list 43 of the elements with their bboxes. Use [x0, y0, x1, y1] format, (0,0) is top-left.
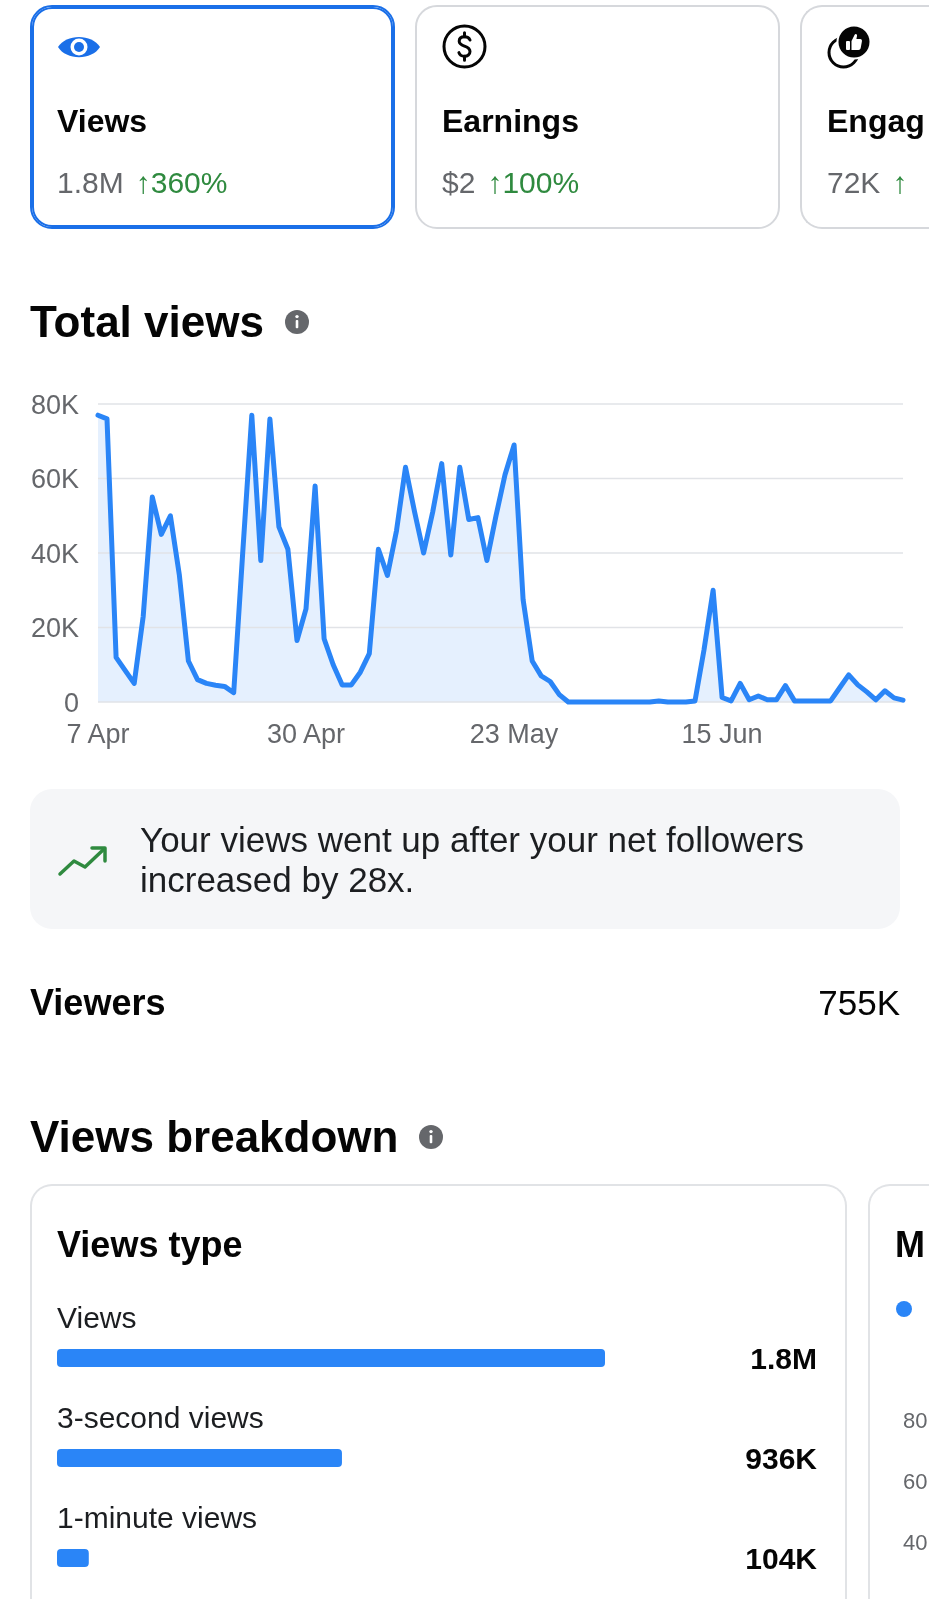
section-title: Views breakdown	[30, 1111, 399, 1163]
metric-change: ↑	[892, 167, 908, 199]
y-axis-label: 40K	[30, 538, 79, 569]
trend-up-icon	[57, 843, 109, 877]
metric-change: ↑360%	[135, 167, 228, 199]
info-icon[interactable]	[419, 1125, 444, 1149]
metric-tab[interactable]: Engag 72K ↑	[800, 5, 929, 229]
bar-label: 1-minute views	[57, 1501, 258, 1534]
metric-title: Earnings	[442, 102, 580, 141]
bar-label: Views	[57, 1301, 137, 1334]
y-axis-label: 20K	[30, 613, 79, 643]
y-axis-label: 0	[63, 687, 79, 718]
viewers-count: 755K	[818, 982, 900, 1024]
x-axis-label: 15 Jun	[681, 719, 763, 749]
section-title: Total views	[30, 296, 264, 348]
metric-value: 72K	[827, 167, 881, 199]
bar-label: 3-second views	[57, 1401, 264, 1434]
bar-value: 936K	[745, 1442, 817, 1475]
bar-value: 1.8M	[750, 1342, 817, 1375]
y-axis-label: 80	[903, 1407, 929, 1435]
card-title: M	[895, 1223, 926, 1267]
thumbs-up-icon	[827, 24, 872, 69]
y-axis-label: 40	[903, 1529, 929, 1557]
y-axis-label: 60	[903, 1468, 929, 1496]
card-title: Views type	[57, 1223, 244, 1267]
metric-title: Engag	[827, 102, 926, 141]
info-icon[interactable]	[284, 310, 309, 334]
y-axis-label: 80K	[30, 389, 79, 420]
x-axis-label: 30 Apr	[267, 719, 346, 749]
y-axis-label: 60K	[30, 464, 79, 494]
metric-tab[interactable]: Earnings $2 ↑100%	[415, 5, 780, 229]
viewers-label: Viewers	[30, 981, 166, 1025]
metric-title: Views	[57, 102, 149, 141]
metric-change: ↑100%	[487, 167, 580, 199]
bar-value: 104K	[745, 1542, 817, 1575]
views-bar	[57, 1549, 89, 1567]
x-axis-label: 23 May	[469, 719, 559, 749]
metric-tab[interactable]: Views 1.8M ↑360%	[30, 5, 395, 229]
x-axis-label: 7 Apr	[66, 719, 130, 749]
dollar-coin-icon	[442, 24, 487, 69]
metric-value: $2	[442, 167, 476, 199]
metric-value: 1.8M	[57, 167, 124, 199]
insight-text: Your views went up after your net followers increased by 28x.	[140, 820, 806, 900]
